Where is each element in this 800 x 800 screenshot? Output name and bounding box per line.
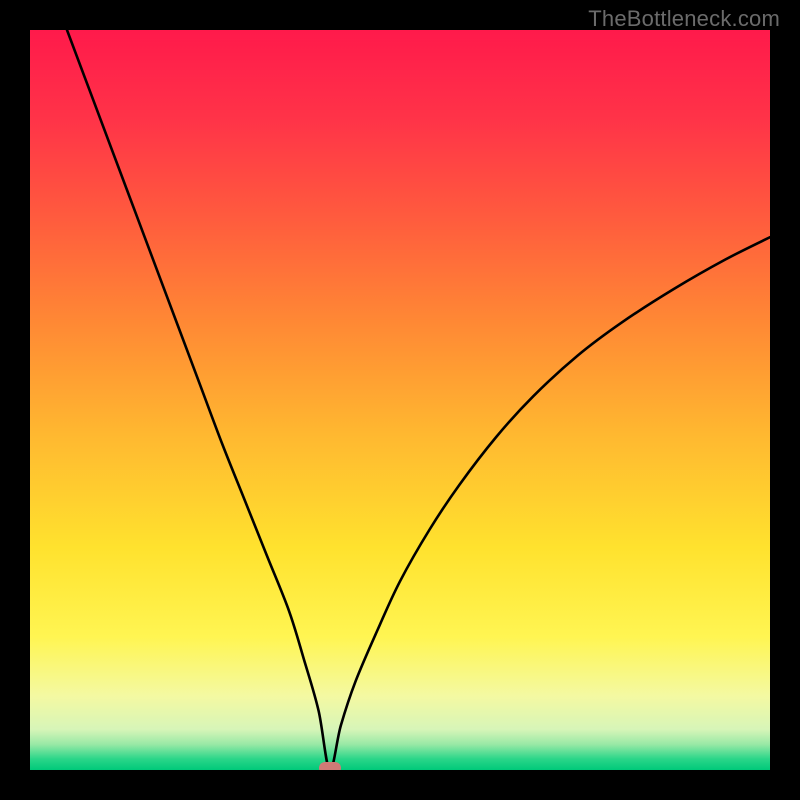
minimum-marker: [319, 762, 341, 770]
watermark-text: TheBottleneck.com: [588, 6, 780, 32]
bottleneck-curve: [30, 30, 770, 770]
plot-frame: [30, 30, 770, 770]
